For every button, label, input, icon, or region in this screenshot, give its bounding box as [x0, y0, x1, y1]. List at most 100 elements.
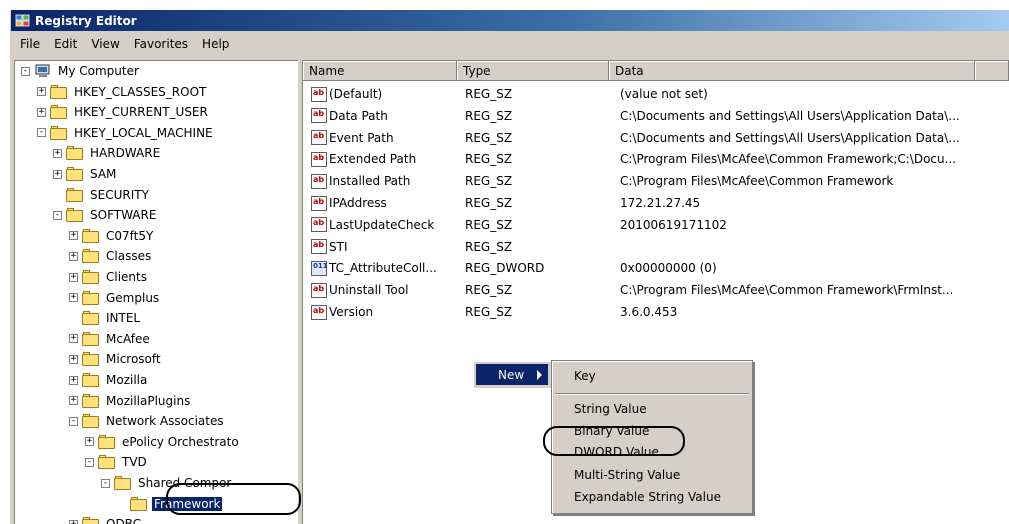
new-submenu: Key String Value Binary Value DWORD Valu…	[551, 360, 753, 514]
tree-node-software[interactable]: - SOFTWARE	[53, 205, 158, 225]
folder-icon	[66, 187, 84, 202]
collapse-icon[interactable]: -	[37, 128, 46, 138]
collapse-icon[interactable]: -	[21, 66, 30, 76]
menu-help[interactable]: Help	[195, 35, 236, 53]
expand-icon[interactable]: +	[69, 293, 78, 303]
value-row[interactable]: ab Version REG_SZ 3.6.0.453	[303, 301, 1003, 323]
tree-node-mozilla[interactable]: + Mozilla	[69, 370, 149, 390]
tree-node-odbc[interactable]: + ODBC	[69, 514, 143, 524]
value-row[interactable]: ab IPAddress REG_SZ 172.21.27.45	[303, 192, 1003, 214]
value-row[interactable]: ab Event Path REG_SZ C:\Documents and Setti…	[303, 127, 1003, 149]
value-row[interactable]: ab Uninstall Tool REG_SZ C:\Program Files\M…	[303, 279, 1003, 301]
tree-node-clients[interactable]: + Clients	[69, 267, 149, 287]
collapse-icon[interactable]: -	[101, 478, 110, 488]
menu-edit[interactable]: Edit	[47, 35, 84, 53]
list-header: Name Type Data	[303, 61, 1009, 81]
tree-node-microsoft[interactable]: + Microsoft	[69, 349, 163, 369]
value-row[interactable]: ab Installed Path REG_SZ C:\Program Files\M…	[303, 170, 1003, 192]
value-name-cell: ab Installed Path	[311, 170, 457, 192]
value-row[interactable]: ab Extended Path REG_SZ C:\Program Files\Mc…	[303, 148, 1003, 170]
expand-icon[interactable]: +	[69, 251, 78, 261]
expand-icon[interactable]: +	[69, 519, 78, 524]
title-bar[interactable]: Registry Editor	[11, 10, 1009, 31]
open-folder-icon	[130, 496, 148, 511]
value-row[interactable]: ab LastUpdateCheck REG_SZ 20100619171102	[303, 214, 1003, 236]
tree-node-tvd[interactable]: - TVD	[85, 452, 149, 472]
collapse-icon[interactable]: -	[69, 416, 78, 426]
expand-icon[interactable]: +	[69, 272, 78, 282]
tree-node-sam[interactable]: + SAM	[53, 164, 118, 184]
submenu-separator	[555, 393, 749, 395]
string-value-icon: ab	[311, 282, 327, 298]
tree-node-my-computer[interactable]: - My Computer	[21, 61, 141, 81]
value-data: 3.6.0.453	[620, 305, 678, 319]
expand-icon[interactable]: +	[69, 231, 78, 241]
value-data: C:\Documents and Settings\All Users\Appl…	[620, 130, 960, 145]
folder-icon	[82, 352, 100, 367]
value-name: IPAddress	[329, 196, 387, 210]
tree-node-mozillaplugins[interactable]: + MozillaPlugins	[69, 391, 192, 411]
tree-node-hkey-classes-root[interactable]: + HKEY_CLASSES_ROOT	[37, 82, 208, 102]
tree-node-gemplus[interactable]: + Gemplus	[69, 288, 161, 308]
expand-icon[interactable]: +	[53, 148, 62, 158]
value-data: C:\Program Files\McAfee\Common Framework…	[620, 152, 957, 167]
column-header-name[interactable]: Name	[303, 61, 457, 81]
tree-node-shared-compor[interactable]: - Shared Compor	[101, 473, 233, 493]
tree-node-hardware[interactable]: + HARDWARE	[53, 143, 162, 163]
folder-icon	[50, 84, 68, 99]
collapse-icon[interactable]: -	[53, 210, 62, 220]
expand-icon[interactable]: +	[69, 334, 78, 344]
value-data: C:\Documents and Settings\All Users\Appl…	[620, 108, 960, 123]
string-value-icon: ab	[311, 304, 327, 320]
menu-view[interactable]: View	[84, 35, 126, 53]
value-row[interactable]: ab Data Path REG_SZ C:\Documents and Settin…	[303, 105, 1003, 127]
submenu-item-expandable-string-value[interactable]: Expandable String Value	[574, 487, 721, 507]
expand-icon[interactable]: +	[69, 396, 78, 406]
tree-node-framework[interactable]: Framework	[117, 494, 223, 514]
column-header-data[interactable]: Data	[609, 61, 975, 81]
value-row[interactable]: ab STI REG_SZ	[303, 236, 1003, 258]
tree-node-mcafee[interactable]: + McAfee	[69, 329, 152, 349]
expand-icon[interactable]: +	[53, 169, 62, 179]
tree-node-hkey-local-machine[interactable]: - HKEY_LOCAL_MACHINE	[37, 123, 215, 143]
menu-favorites[interactable]: Favorites	[127, 35, 195, 53]
tree-node-c07ft5y[interactable]: + C07ft5Y	[69, 226, 155, 246]
tree-node-security[interactable]: SECURITY	[53, 185, 151, 205]
context-menu-new[interactable]: New	[476, 364, 548, 385]
expand-icon[interactable]: +	[37, 87, 46, 97]
tree-node-label: Gemplus	[106, 290, 160, 305]
computer-icon	[34, 64, 52, 78]
expand-icon[interactable]: +	[69, 354, 78, 364]
folder-icon	[82, 228, 100, 243]
submenu-item-key[interactable]: Key	[574, 366, 596, 386]
value-row[interactable]: 011 TC_AttributeColl... REG_DWORD 0x0000000…	[303, 257, 1003, 279]
folder-icon	[82, 270, 100, 284]
submenu-item-multi-string-value[interactable]: Multi-String Value	[574, 465, 680, 485]
expand-icon[interactable]: +	[37, 107, 46, 117]
value-name-cell: ab Data Path	[311, 105, 457, 127]
tree-node-epolicy-orchestrato[interactable]: + ePolicy Orchestrato	[85, 432, 241, 452]
value-row[interactable]: ab (Default) REG_SZ (value not set)	[303, 83, 1003, 105]
value-type: REG_DWORD	[465, 261, 545, 276]
value-type: REG_SZ	[465, 196, 513, 210]
menu-file[interactable]: File	[13, 35, 47, 53]
submenu-item-string-value[interactable]: String Value	[574, 399, 647, 419]
submenu-item-dword-value[interactable]: DWORD Value	[574, 442, 659, 462]
expand-icon[interactable]: +	[69, 375, 78, 385]
folder-icon	[82, 249, 100, 264]
tree-node-label: ePolicy Orchestrato	[122, 434, 239, 449]
tree-node-label: HKEY_CURRENT_USER	[74, 105, 208, 120]
registry-key-tree[interactable]: - My Computer + HKEY_CLASSES_ROOT + HKEY_CURR…	[14, 60, 298, 524]
tree-node-label: HARDWARE	[90, 146, 161, 161]
tree-node-label: TVD	[122, 455, 147, 470]
tree-node-network-associates[interactable]: - Network Associates	[69, 411, 226, 431]
tree-node-hkey-current-user[interactable]: + HKEY_CURRENT_USER	[37, 102, 210, 122]
tree-node-label: C07ft5Y	[106, 228, 154, 243]
expand-icon[interactable]: +	[85, 437, 94, 447]
tree-node-classes[interactable]: + Classes	[69, 246, 153, 266]
tree-node-intel[interactable]: INTEL	[69, 308, 142, 328]
column-header-type[interactable]: Type	[457, 61, 609, 81]
submenu-item-binary-value[interactable]: Binary Value	[574, 421, 649, 441]
tree-node-label: HKEY_CLASSES_ROOT	[74, 84, 207, 99]
collapse-icon[interactable]: -	[85, 457, 94, 467]
